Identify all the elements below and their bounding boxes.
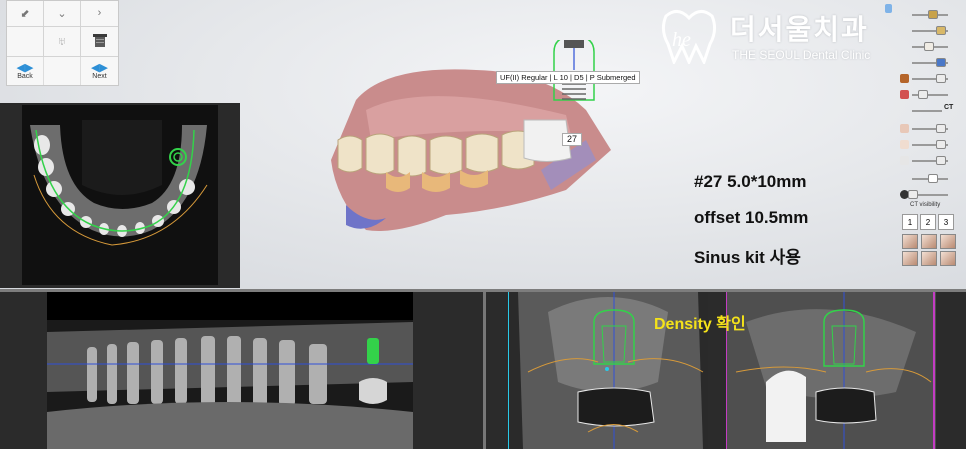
view-cube-icon[interactable] [940, 251, 956, 266]
view-cube-icon[interactable] [902, 234, 918, 249]
panoramic-ct-image [47, 292, 413, 449]
view-tabs: 1 2 3 [902, 214, 956, 230]
opacity-slider[interactable] [898, 72, 966, 86]
view-cube-icon[interactable] [940, 234, 956, 249]
back-button[interactable]: ◀▶ Back [7, 57, 44, 85]
ct-visibility-label: CT visibility [910, 202, 941, 208]
back-label: Back [17, 72, 33, 80]
arrow-down-left-icon: ⬋ [20, 7, 30, 20]
arrow-right-icon: ◀▶ [91, 61, 108, 74]
axial-ct-view[interactable] [22, 105, 218, 285]
tool-cell[interactable] [81, 27, 118, 57]
tool-cell[interactable]: ⌄ [44, 1, 81, 27]
opacity-slider[interactable] [898, 154, 966, 168]
tab-3[interactable]: 3 [938, 214, 954, 230]
panoramic-view-frame[interactable] [0, 292, 483, 449]
opacity-slider[interactable] [898, 40, 966, 54]
view-orientation-buttons [902, 234, 957, 266]
tool-palette: ⬋ ⌄ › ♅ ◀▶ Back ◀▶ Next [6, 0, 119, 86]
view-cube-icon[interactable] [921, 251, 937, 266]
arrow-left-icon: ◀▶ [16, 61, 34, 74]
tooth-logo-icon: he [661, 10, 717, 64]
tab-1[interactable]: 1 [902, 214, 918, 230]
axial-ct-image [22, 105, 218, 285]
brightness-slider[interactable] [898, 172, 966, 186]
view-cube-icon[interactable] [921, 234, 937, 249]
nav-spacer [44, 57, 81, 85]
visibility-controls: CT CT visibility 1 2 3 [885, 0, 966, 289]
offset-text: offset 10.5mm [694, 208, 809, 227]
next-label: Next [92, 72, 107, 80]
ct-slider[interactable] [898, 104, 966, 118]
tooth-icon: ♅ [57, 34, 67, 49]
arrow-right-icon: › [97, 7, 102, 20]
tool-cell[interactable]: ♅ [44, 26, 81, 57]
bracket-icon: ⌄ [57, 7, 67, 20]
svg-text:he: he [672, 29, 691, 51]
next-button[interactable]: ◀▶ Next [81, 57, 118, 85]
density-check-label: Density 확인 [654, 316, 746, 333]
opacity-slider[interactable] [898, 56, 966, 70]
tool-cell[interactable] [7, 26, 44, 57]
tool-cell[interactable]: › [81, 1, 118, 27]
tool-cell[interactable]: ⬋ [7, 1, 44, 27]
clinic-logo: he 더서울치과 THE SEOUL Dental Clinic [658, 6, 878, 66]
clinic-name-korean: 더서울치과 [730, 14, 869, 45]
abutment-icon [92, 34, 107, 48]
droplet-icon [885, 4, 892, 13]
sinus-kit-text: Sinus kit 사용 [694, 248, 801, 267]
opacity-slider[interactable] [898, 88, 966, 102]
opacity-slider[interactable] [898, 8, 966, 22]
cross-section-image-2 [726, 292, 936, 449]
opacity-slider[interactable] [898, 138, 966, 152]
tooth-number-tag: 27 [562, 133, 582, 146]
tab-2[interactable]: 2 [920, 214, 936, 230]
opacity-slider[interactable] [898, 122, 966, 136]
view-cube-icon[interactable] [902, 251, 918, 266]
opacity-slider[interactable] [898, 24, 966, 38]
crosshair-dot [605, 367, 609, 371]
implant-spec-label: UF(II) Regular | L 10 | D5 | P Submerged [496, 71, 640, 84]
contrast-slider[interactable] [898, 188, 966, 202]
clinic-name-english: THE SEOUL Dental Clinic [732, 48, 871, 62]
implant-size-text: #27 5.0*10mm [694, 172, 807, 191]
